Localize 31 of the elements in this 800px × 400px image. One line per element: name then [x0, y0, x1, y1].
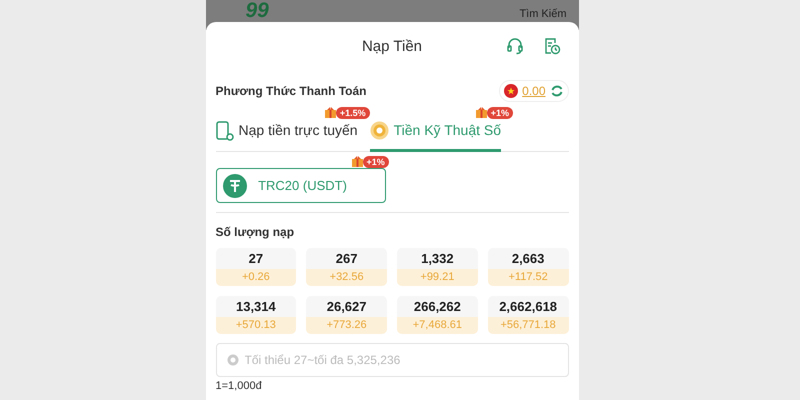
logo-text: 99	[246, 0, 269, 22]
section-label: Số lượng nạp	[216, 224, 294, 241]
amount-input-field[interactable]: Tối thiểu 27~tối đa 5,325,236	[216, 343, 568, 377]
gift-icon	[350, 155, 364, 168]
phone-icon	[216, 120, 234, 140]
gift-icon	[324, 106, 337, 119]
bonus-badge: +1.5%	[336, 106, 370, 118]
section-label: Phương Thức Thanh Toán	[216, 83, 367, 100]
flag-icon	[504, 84, 518, 98]
refresh-icon[interactable]	[550, 84, 564, 98]
history-icon[interactable]	[542, 37, 560, 55]
headset-icon[interactable]	[506, 37, 524, 55]
balance-amount: 0.00	[522, 83, 546, 100]
gift-icon	[474, 106, 488, 119]
amount-option[interactable]: 13,314 +570.13	[216, 296, 296, 334]
bonus-badge: +1%	[486, 106, 514, 118]
tether-icon	[222, 174, 246, 198]
amount-option[interactable]: 2,663 +117.52	[488, 248, 568, 286]
coin-icon	[370, 121, 389, 140]
chip-icon	[226, 354, 238, 366]
search-label[interactable]: Tìm Kiếm	[519, 6, 566, 22]
amount-option[interactable]: 267 +32.56	[306, 248, 387, 286]
amount-option[interactable]: 2,662,618 +56,771.18	[488, 296, 568, 334]
amount-option[interactable]: 26,627 +773.26	[306, 296, 387, 334]
dialog-title: Nạp Tiền	[362, 37, 422, 58]
exchange-rate: 1=1,000đ	[216, 379, 262, 393]
amount-option[interactable]: 266,262 +7,468.61	[397, 296, 478, 334]
amount-option[interactable]: 27 +0.26	[216, 248, 296, 286]
amount-option[interactable]: 1,332 +99.21	[397, 248, 478, 286]
bonus-badge: +1%	[362, 156, 389, 168]
channel-option[interactable]: TRC20 (USDT)	[216, 168, 386, 203]
